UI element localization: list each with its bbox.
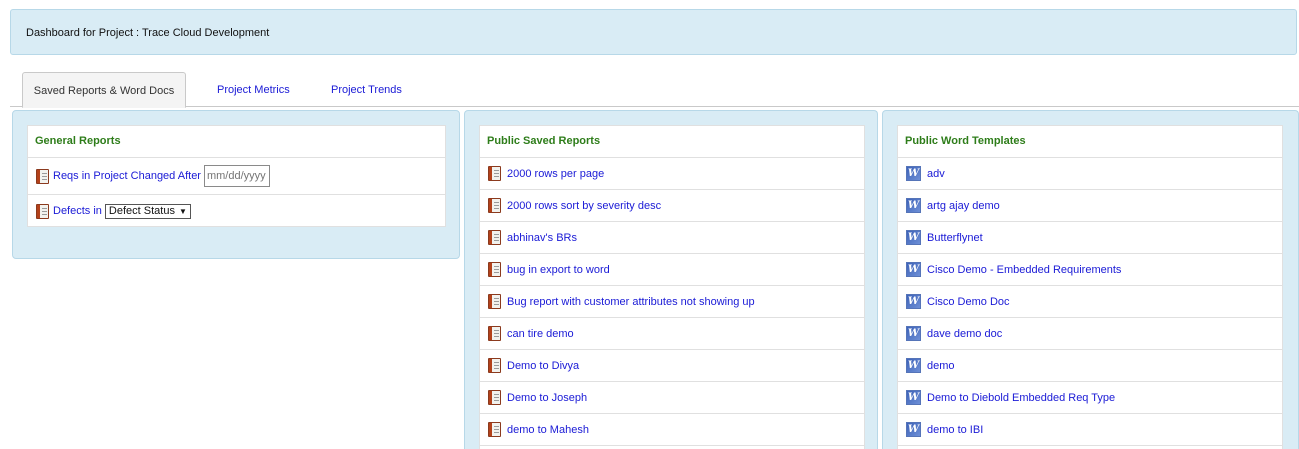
- list-item[interactable]: Wadv: [898, 158, 1282, 190]
- tab-project-metrics[interactable]: Project Metrics: [217, 72, 290, 107]
- defect-status-select[interactable]: Defect Status ▼: [104, 203, 191, 219]
- word-doc-icon: W: [906, 294, 921, 309]
- word-doc-icon: W: [906, 326, 921, 341]
- defects-in-link[interactable]: Defects in: [53, 205, 102, 217]
- word-template-link[interactable]: dave demo doc: [927, 328, 1002, 340]
- word-doc-icon: W: [906, 230, 921, 245]
- saved-report-link[interactable]: 2000 rows per page: [507, 168, 604, 180]
- date-input[interactable]: [203, 165, 270, 187]
- word-doc-icon: W: [906, 198, 921, 213]
- saved-report-link[interactable]: Demo to Joseph: [507, 392, 587, 404]
- list-item[interactable]: Bug report with customer attributes not …: [480, 286, 864, 318]
- general-reports-panel: General Reports Reqs in Project Changed …: [12, 110, 460, 259]
- word-template-link[interactable]: demo: [927, 360, 955, 372]
- tab-bar: Saved Reports & Word Docs Project Metric…: [10, 72, 1299, 108]
- list-item[interactable]: 2000 rows per page: [480, 158, 864, 190]
- reqs-changed-link[interactable]: Reqs in Project Changed After: [53, 170, 201, 182]
- list-item[interactable]: Demo to Joseph: [480, 382, 864, 414]
- page-title: Dashboard for Project : Trace Cloud Deve…: [26, 27, 270, 39]
- saved-report-link[interactable]: Bug report with customer attributes not …: [507, 296, 755, 308]
- word-template-link[interactable]: Cisco Demo Doc: [927, 296, 1010, 308]
- list-item[interactable]: Wdemo to IBI: [898, 414, 1282, 446]
- list-item[interactable]: W Cisco Demo Doc: [898, 286, 1282, 318]
- list-item[interactable]: W Cisco Demo - Embedded Requirements: [898, 254, 1282, 286]
- report-icon: [488, 390, 501, 405]
- saved-report-link[interactable]: demo to Mahesh: [507, 424, 589, 436]
- word-template-link[interactable]: artg ajay demo: [927, 200, 1000, 212]
- list-item[interactable]: W Demo to Diebold Embedded Req Type: [898, 382, 1282, 414]
- public-word-templates-title: Public Word Templates: [898, 126, 1282, 158]
- word-template-link[interactable]: adv: [927, 168, 945, 180]
- report-icon: [36, 168, 49, 184]
- report-icon: [488, 326, 501, 341]
- word-doc-icon: W: [906, 390, 921, 405]
- word-template-link[interactable]: demo to IBI: [927, 424, 983, 436]
- report-icon: [488, 166, 501, 181]
- report-icon: [488, 230, 501, 245]
- list-item: Reqs in Project Changed After: [28, 158, 445, 195]
- public-saved-reports-title: Public Saved Reports: [480, 126, 864, 158]
- public-saved-reports-card: Public Saved Reports 2000 rows per page …: [479, 125, 865, 449]
- list-item[interactable]: can tire demo: [480, 318, 864, 350]
- list-item[interactable]: Demo to Divya: [480, 350, 864, 382]
- list-item[interactable]: Wdemo: [898, 350, 1282, 382]
- report-icon: [36, 203, 49, 219]
- general-reports-title: General Reports: [28, 126, 445, 158]
- list-item[interactable]: demo to Mahesh: [480, 414, 864, 446]
- word-doc-icon: W: [906, 262, 921, 277]
- tab-project-trends[interactable]: Project Trends: [331, 72, 402, 107]
- word-template-link[interactable]: Demo to Diebold Embedded Req Type: [927, 392, 1115, 404]
- word-doc-icon: W: [906, 358, 921, 373]
- word-template-link[interactable]: Butterflynet: [927, 232, 983, 244]
- list-item[interactable]: bug in export to word: [480, 254, 864, 286]
- report-icon: [488, 358, 501, 373]
- defect-status-value: Defect Status: [108, 204, 175, 217]
- saved-report-link[interactable]: Demo to Divya: [507, 360, 579, 372]
- list-item[interactable]: Wartg ajay demo: [898, 190, 1282, 222]
- saved-report-link[interactable]: can tire demo: [507, 328, 574, 340]
- saved-report-link[interactable]: bug in export to word: [507, 264, 610, 276]
- saved-report-link[interactable]: 2000 rows sort by severity desc: [507, 200, 661, 212]
- public-word-templates-card: Public Word Templates Wadv Wartg ajay de…: [897, 125, 1283, 449]
- chevron-down-icon: ▼: [178, 206, 187, 216]
- public-saved-reports-panel: Public Saved Reports 2000 rows per page …: [464, 110, 878, 449]
- word-doc-icon: W: [906, 422, 921, 437]
- report-icon: [488, 198, 501, 213]
- tab-saved-reports[interactable]: Saved Reports & Word Docs: [22, 72, 186, 108]
- word-template-link[interactable]: Cisco Demo - Embedded Requirements: [927, 264, 1121, 276]
- list-item[interactable]: 2000 rows sort by severity desc: [480, 190, 864, 222]
- list-item: Defects in Defect Status ▼: [28, 195, 445, 227]
- report-icon: [488, 294, 501, 309]
- page-header: Dashboard for Project : Trace Cloud Deve…: [10, 9, 1297, 55]
- word-doc-icon: W: [906, 166, 921, 181]
- public-word-templates-panel: Public Word Templates Wadv Wartg ajay de…: [882, 110, 1299, 449]
- general-reports-card: General Reports Reqs in Project Changed …: [27, 125, 446, 227]
- report-icon: [488, 262, 501, 277]
- list-item[interactable]: Wdave demo doc: [898, 318, 1282, 350]
- list-item[interactable]: abhinav's BRs: [480, 222, 864, 254]
- saved-report-link[interactable]: abhinav's BRs: [507, 232, 577, 244]
- report-icon: [488, 422, 501, 437]
- list-item[interactable]: W Butterflynet: [898, 222, 1282, 254]
